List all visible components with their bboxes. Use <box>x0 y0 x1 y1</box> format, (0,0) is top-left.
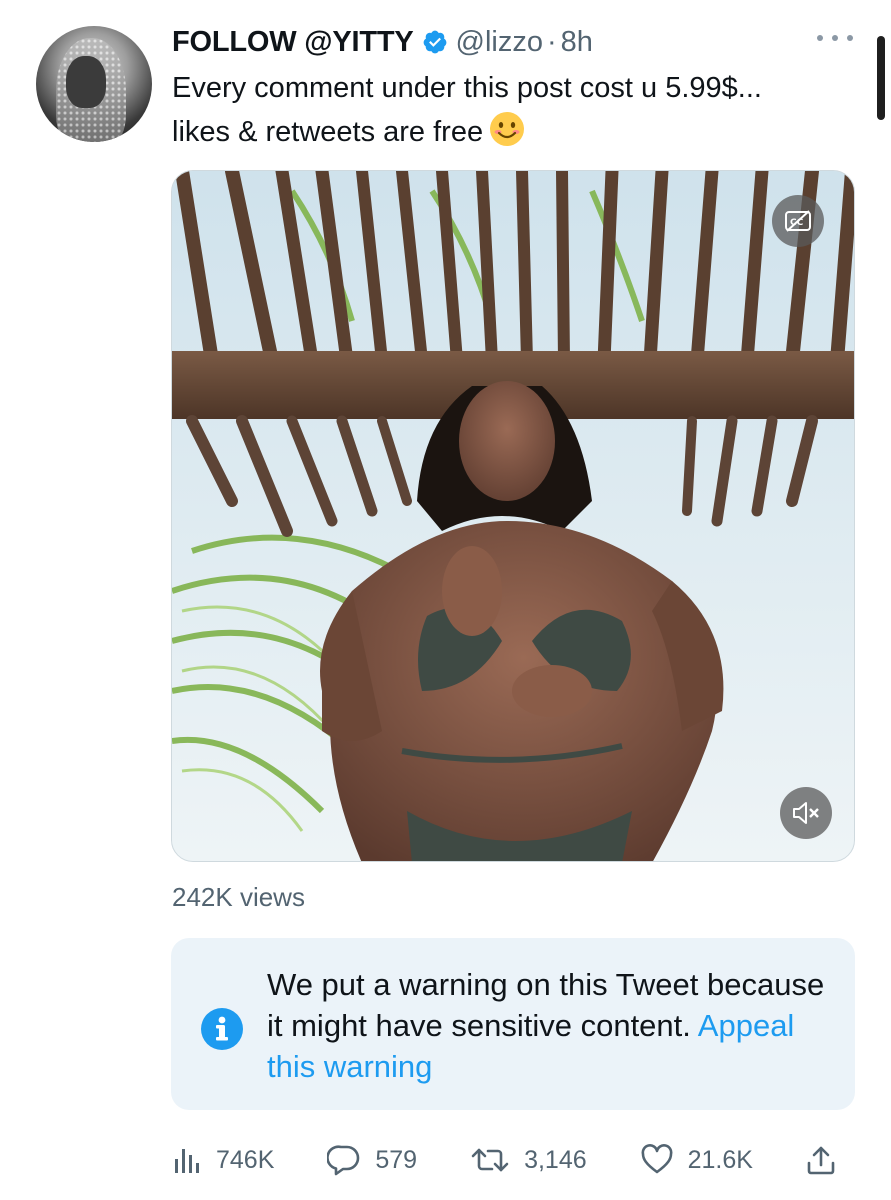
separator-dot: · <box>547 25 557 58</box>
tweet-text: Every comment under this post cost u 5.9… <box>172 66 812 154</box>
retweet-icon <box>471 1148 509 1172</box>
closed-captions-off-icon: CC <box>785 210 811 232</box>
tweet-actions: 746K 579 3,146 21.6K <box>172 1140 836 1180</box>
display-name[interactable]: FOLLOW @YITTY <box>172 26 414 59</box>
info-icon <box>201 1008 243 1050</box>
mute-button[interactable] <box>780 787 832 839</box>
timestamp[interactable]: 8h <box>561 26 593 59</box>
tweet-header: FOLLOW @YITTY @lizzo · 8h <box>172 22 831 62</box>
warning-text: We put a warning on this Tweet because i… <box>267 964 827 1087</box>
likes-count: 21.6K <box>687 1145 753 1174</box>
tweet-card[interactable]: FOLLOW @YITTY @lizzo · 8h Every comment … <box>0 0 891 1200</box>
verified-badge-icon <box>423 30 446 54</box>
reply-icon <box>327 1145 360 1176</box>
avatar-face <box>66 56 106 108</box>
retweets-count: 3,146 <box>524 1145 587 1174</box>
analytics-icon <box>175 1149 199 1173</box>
retweet-action[interactable]: 3,146 <box>470 1145 587 1175</box>
smiling-face-icon <box>490 112 525 146</box>
replies-count: 579 <box>375 1145 418 1174</box>
heart-icon <box>641 1144 673 1174</box>
tweet-text-content: Every comment under this post cost u 5.9… <box>172 72 762 148</box>
share-icon <box>807 1146 835 1175</box>
video-frame <box>172 171 854 861</box>
captions-button[interactable]: CC <box>772 195 824 247</box>
sensitive-content-warning: We put a warning on this Tweet because i… <box>171 938 855 1110</box>
avatar[interactable] <box>36 26 152 142</box>
share-action[interactable] <box>806 1144 836 1176</box>
more-options-icon[interactable] <box>817 28 853 48</box>
video-player[interactable]: CC <box>171 170 855 862</box>
views-action[interactable]: 746K <box>172 1145 274 1175</box>
like-action[interactable]: 21.6K <box>640 1144 753 1176</box>
reply-action[interactable]: 579 <box>327 1144 417 1176</box>
scrollbar[interactable] <box>877 36 885 120</box>
view-count: 242K views <box>172 882 305 912</box>
views-count: 746K <box>216 1145 275 1174</box>
speaker-muted-icon <box>793 802 819 824</box>
user-handle[interactable]: @lizzo <box>456 26 543 59</box>
